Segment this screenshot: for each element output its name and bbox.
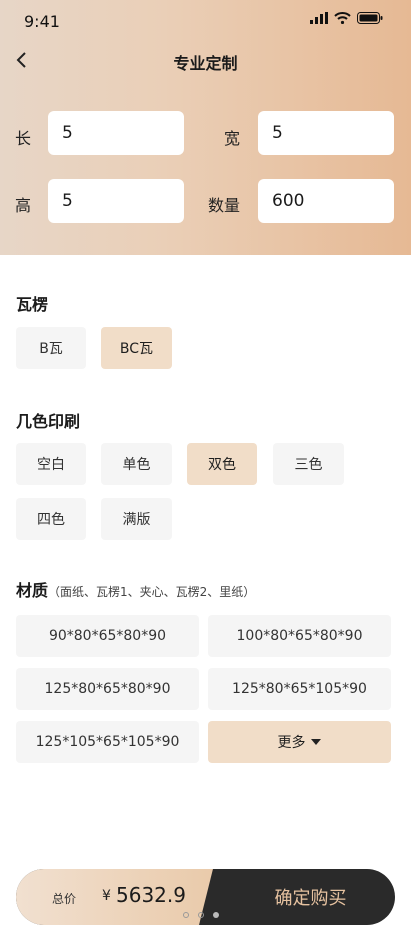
material-subtitle: （面纸、瓦楞1、夹心、瓦楞2、里纸） bbox=[48, 585, 256, 599]
printing-section-title: 几色印刷 bbox=[16, 412, 81, 431]
quantity-label: 数量 bbox=[208, 196, 241, 215]
height-label: 高 bbox=[15, 196, 32, 215]
status-time: 9:41 bbox=[24, 12, 60, 31]
page-dot-1 bbox=[183, 912, 189, 918]
width-label: 宽 bbox=[224, 129, 241, 148]
total-price-label: 总价 bbox=[52, 892, 77, 906]
material-option-2[interactable]: 100*80*65*80*90 bbox=[208, 615, 391, 657]
status-icons bbox=[310, 12, 383, 24]
page-title: 专业定制 bbox=[173, 54, 238, 73]
currency-symbol: ¥ bbox=[102, 888, 111, 904]
page-dot-2 bbox=[198, 912, 204, 918]
print-option-four[interactable]: 四色 bbox=[16, 498, 86, 540]
material-option-4[interactable]: 125*80*65*105*90 bbox=[208, 668, 391, 710]
wifi-icon bbox=[334, 12, 351, 24]
material-more-button[interactable]: 更多 bbox=[208, 721, 391, 763]
page-indicator bbox=[183, 912, 219, 918]
print-option-double[interactable]: 双色 bbox=[187, 443, 257, 485]
signal-icon bbox=[310, 12, 328, 24]
more-label: 更多 bbox=[277, 735, 306, 751]
flute-option-b[interactable]: B瓦 bbox=[16, 327, 86, 369]
print-option-blank[interactable]: 空白 bbox=[16, 443, 86, 485]
length-input[interactable] bbox=[48, 111, 184, 155]
print-option-full[interactable]: 满版 bbox=[101, 498, 172, 540]
page: 9:41 专业定制 长 5 宽 5 高 5 数量 600 瓦楞 B瓦 BC瓦 几… bbox=[0, 0, 411, 952]
material-section-title: 材质（面纸、瓦楞1、夹心、瓦楞2、里纸） bbox=[16, 577, 255, 601]
total-price-value: 5632.9 bbox=[116, 883, 186, 907]
material-option-5[interactable]: 125*105*65*105*90 bbox=[16, 721, 199, 763]
quantity-input[interactable] bbox=[258, 179, 394, 223]
flute-option-bc[interactable]: BC瓦 bbox=[101, 327, 172, 369]
length-label: 长 bbox=[15, 129, 32, 148]
flute-section-title: 瓦楞 bbox=[16, 295, 49, 314]
battery-icon bbox=[357, 12, 383, 24]
width-input[interactable] bbox=[258, 111, 394, 155]
material-option-1[interactable]: 90*80*65*80*90 bbox=[16, 615, 199, 657]
print-option-triple[interactable]: 三色 bbox=[273, 443, 344, 485]
status-bar: 9:41 bbox=[0, 0, 411, 40]
page-dot-3 bbox=[213, 912, 219, 918]
height-input[interactable] bbox=[48, 179, 184, 223]
navigation-bar: 专业定制 bbox=[0, 40, 411, 82]
caret-down-icon bbox=[310, 739, 321, 745]
material-option-3[interactable]: 125*80*65*80*90 bbox=[16, 668, 199, 710]
material-title: 材质 bbox=[16, 581, 49, 600]
confirm-purchase-button[interactable]: 确定购买 bbox=[226, 869, 395, 925]
print-option-single[interactable]: 单色 bbox=[101, 443, 172, 485]
